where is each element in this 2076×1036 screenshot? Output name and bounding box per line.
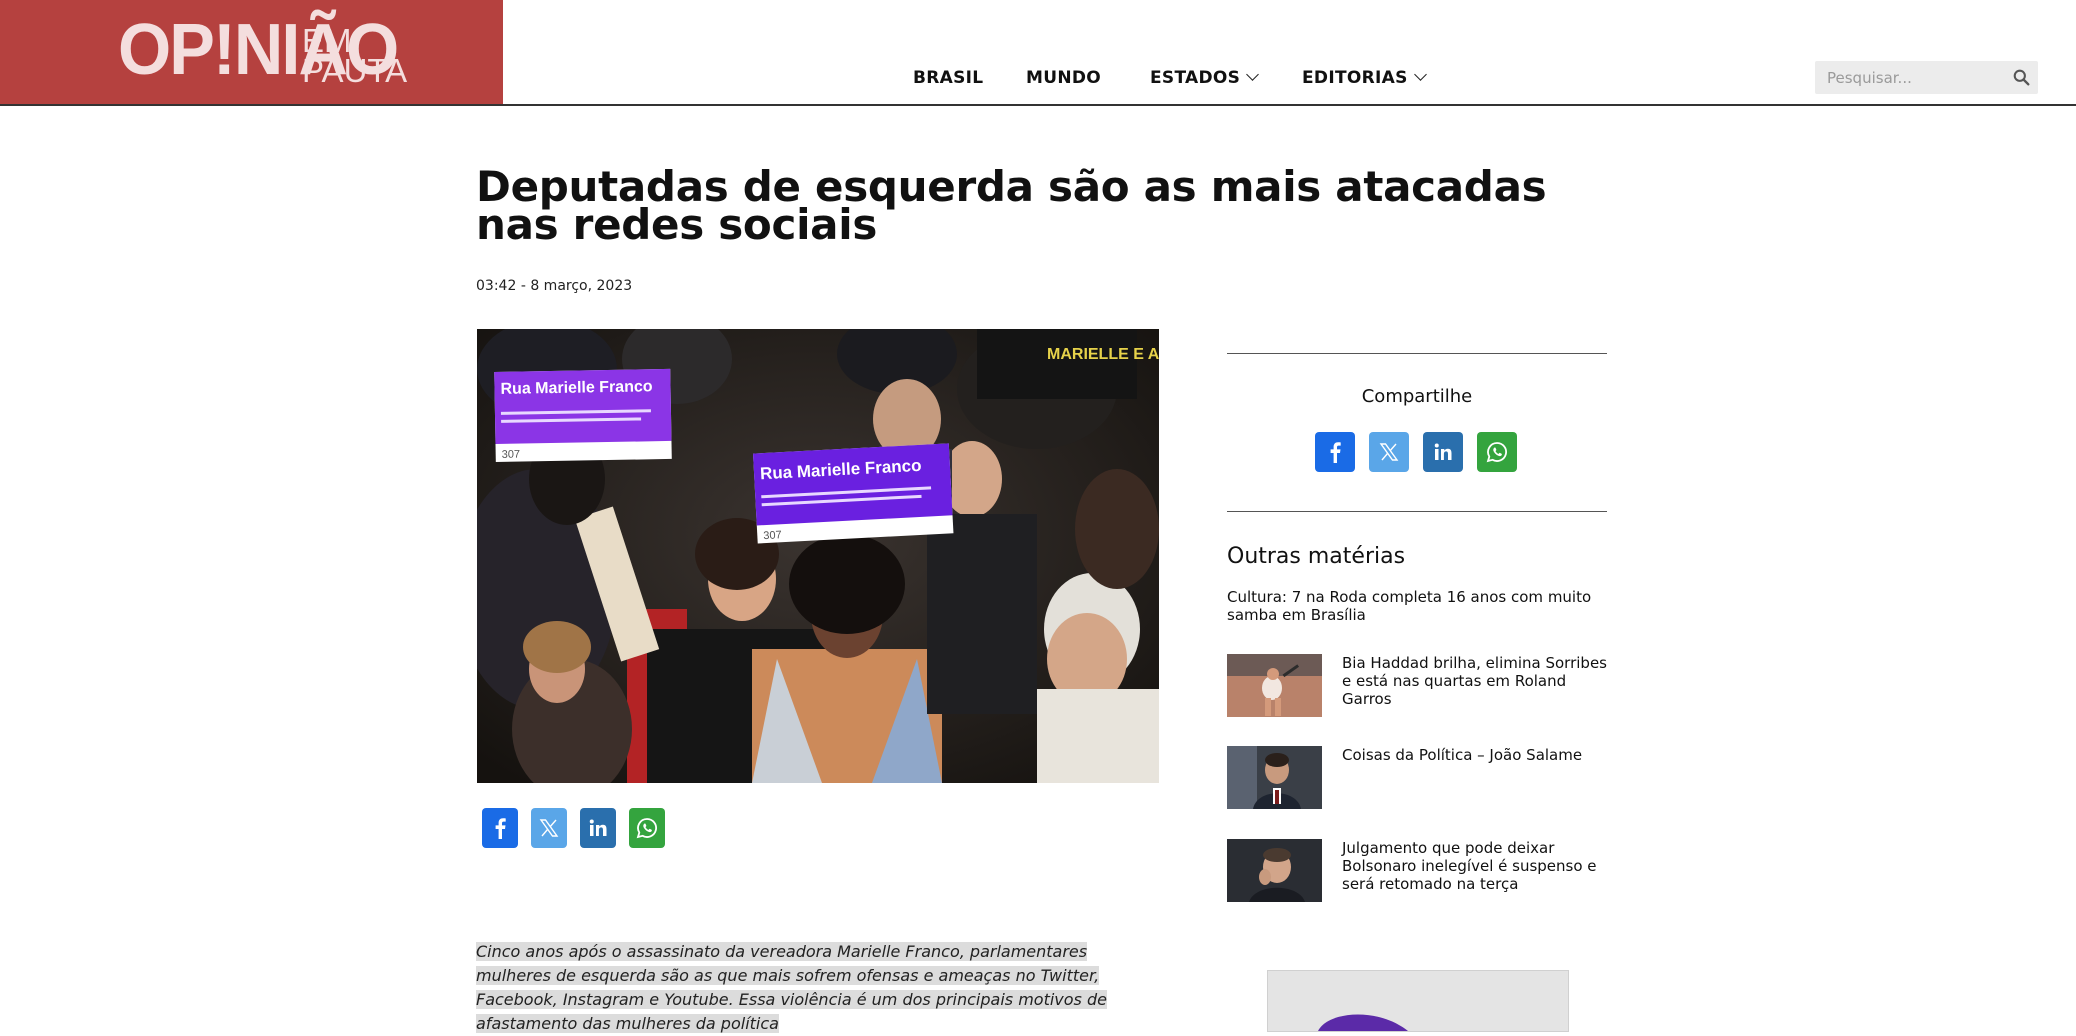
- nav-item-brasil[interactable]: BRASIL: [913, 68, 983, 88]
- facebook-icon: [495, 818, 506, 839]
- sidebar-item-title: Bia Haddad brilha, elimina Sorribes e es…: [1342, 654, 1607, 708]
- sidebar-share-x-button[interactable]: [1369, 432, 1409, 472]
- nav-label: EDITORIAS: [1302, 68, 1408, 88]
- chevron-down-icon: [1413, 68, 1427, 81]
- meta-separator: -: [520, 278, 531, 294]
- share-facebook-button[interactable]: [482, 808, 518, 848]
- site-header: OP!NIÃO EM PAUTA BRASIL MUNDO ESTADOS ED…: [0, 0, 2076, 106]
- linkedin-icon: [589, 819, 607, 836]
- article-date: 8 março, 2023: [530, 278, 633, 294]
- bolsonaro-photo: [1227, 839, 1322, 902]
- hero-banner-text: MARIELLE E ANDERSON: [1047, 346, 1159, 363]
- logo-subtitle-line2: PAUTA: [302, 52, 408, 89]
- ad-graphic: [1318, 1014, 1408, 1031]
- sidebar-divider: [1227, 353, 1607, 354]
- article-hero-image: MARIELLE E ANDERSON Rua Marielle Franco …: [477, 329, 1159, 783]
- x-icon: [539, 819, 559, 837]
- hero-photo: MARIELLE E ANDERSON Rua Marielle Franco …: [477, 329, 1159, 783]
- search-box: [1815, 61, 2038, 94]
- politician-photo: [1227, 746, 1322, 809]
- sidebar-item[interactable]: Julgamento que pode deixar Bolsonaro ine…: [1227, 839, 1607, 903]
- whatsapp-icon: [1486, 442, 1507, 463]
- nav-label: ESTADOS: [1150, 68, 1241, 88]
- sidebar-item[interactable]: Bia Haddad brilha, elimina Sorribes e es…: [1227, 654, 1607, 718]
- sidebar-thumbnail: [1227, 839, 1322, 902]
- hero-sign1-number: 307: [502, 449, 521, 461]
- facebook-icon: [1330, 442, 1341, 463]
- nav-item-editorias[interactable]: EDITORIAS: [1302, 68, 1427, 88]
- sidebar-thumbnail: [1227, 654, 1322, 717]
- article-meta: 03:42 - 8 março, 2023: [476, 278, 632, 294]
- share-whatsapp-button[interactable]: [629, 808, 665, 848]
- sidebar-divider: [1227, 511, 1607, 512]
- hero-sign2-number: 307: [763, 529, 782, 542]
- article-title: Deputadas de esquerda são as mais atacad…: [476, 162, 1547, 249]
- share-x-button[interactable]: [531, 808, 567, 848]
- sidebar-thumbnail: [1227, 746, 1322, 809]
- sidebar-item-title: Julgamento que pode deixar Bolsonaro ine…: [1342, 839, 1597, 893]
- share-linkedin-button[interactable]: [580, 808, 616, 848]
- sidebar-item-title: Coisas da Política – João Salame: [1342, 746, 1583, 764]
- sidebar-share-whatsapp-button[interactable]: [1477, 432, 1517, 472]
- sidebar-share-linkedin-button[interactable]: [1423, 432, 1463, 472]
- linkedin-icon: [1434, 443, 1452, 460]
- search-input[interactable]: [1815, 61, 2007, 94]
- nav-item-mundo[interactable]: MUNDO: [1026, 68, 1101, 88]
- logo-subtitle: EM PAUTA: [302, 24, 408, 89]
- hero-sign1-text: Rua Marielle Franco: [500, 378, 653, 398]
- tennis-photo: [1227, 654, 1322, 717]
- search-icon[interactable]: [2013, 69, 2030, 86]
- chevron-down-icon: [1246, 68, 1260, 81]
- x-icon: [1379, 443, 1399, 461]
- nav-label: MUNDO: [1026, 68, 1102, 88]
- sidebar-ad-banner[interactable]: [1267, 970, 1569, 1032]
- sidebar-share-facebook-button[interactable]: [1315, 432, 1355, 472]
- nav-label: BRASIL: [913, 68, 984, 88]
- sidebar-link-plain[interactable]: Cultura: 7 na Roda completa 16 anos com …: [1227, 588, 1607, 624]
- site-logo[interactable]: OP!NIÃO EM PAUTA: [0, 0, 503, 104]
- sidebar-item[interactable]: Coisas da Política – João Salame: [1227, 746, 1607, 810]
- sidebar-title: Outras matérias: [1227, 544, 1406, 569]
- article-time: 03:42: [476, 278, 517, 294]
- whatsapp-icon: [636, 818, 657, 839]
- article-lead-text: Cinco anos após o assassinato da vereado…: [476, 942, 1107, 1033]
- article-lead: Cinco anos após o assassinato da vereado…: [476, 940, 1116, 1036]
- nav-item-estados[interactable]: ESTADOS: [1150, 68, 1260, 88]
- sidebar-share-title: Compartilhe: [1361, 386, 1473, 407]
